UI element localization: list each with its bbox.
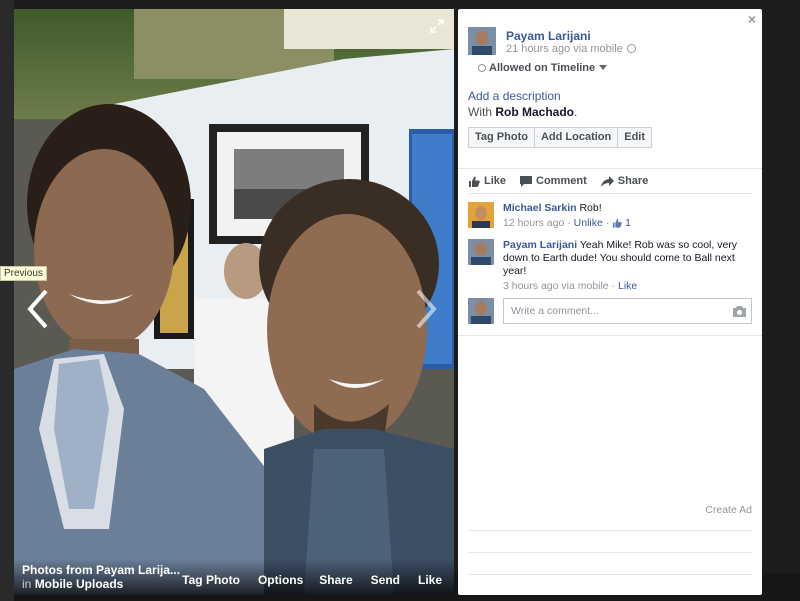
previous-tooltip: Previous <box>0 266 47 281</box>
comment-text: Rob! <box>579 202 602 214</box>
add-location-button[interactable]: Add Location <box>533 127 619 148</box>
audience-label: Allowed on Timeline <box>489 62 596 74</box>
footer-send-link[interactable]: Send <box>371 573 400 587</box>
next-arrow-icon[interactable] <box>410 287 440 331</box>
commenter-avatar[interactable] <box>468 202 494 228</box>
divider <box>468 193 752 194</box>
comment-author-link[interactable]: Michael Sarkin <box>503 202 577 214</box>
post-action-buttons: Tag Photo Add Location Edit <box>468 127 653 148</box>
comment-time[interactable]: 12 hours ago <box>503 217 564 229</box>
photo-side-panel: × Payam Larijani 21 hours ago via mobile… <box>458 9 762 595</box>
album-name-link[interactable]: Mobile Uploads <box>35 577 124 591</box>
footer-like-link[interactable]: Like <box>418 573 442 587</box>
comment-button[interactable]: Comment <box>520 175 587 187</box>
footer-options-link[interactable]: Options <box>258 573 303 587</box>
ad-divider <box>468 552 752 553</box>
add-description-link[interactable]: Add a description <box>468 89 561 103</box>
audience-icon <box>478 64 486 72</box>
close-icon[interactable]: × <box>748 11 756 27</box>
photo-stage[interactable]: Photos from Payam Larija... in Mobile Up… <box>14 9 454 595</box>
like-count[interactable]: 1 <box>625 217 631 229</box>
expand-icon[interactable] <box>430 19 444 33</box>
thumbs-up-icon <box>469 176 480 187</box>
globe-icon <box>626 44 636 53</box>
divider <box>458 335 762 336</box>
like-count-icon <box>613 218 622 228</box>
feedback-bar: Like Comment Share <box>468 175 662 187</box>
ad-divider <box>468 574 752 575</box>
with-tags: With Rob Machado. <box>468 105 578 119</box>
chevron-down-icon <box>599 65 608 70</box>
owner-name-link[interactable]: Payam Larijani <box>506 29 591 43</box>
album-in-label: in <box>22 577 32 591</box>
photo-actions: Tag Photo Options Share Send Like <box>164 573 442 587</box>
tagged-person-link[interactable]: Rob Machado <box>495 105 574 119</box>
album-title[interactable]: Photos from Payam Larija... <box>22 563 180 577</box>
ad-divider <box>468 530 752 531</box>
post-timestamp: 21 hours ago via mobile <box>506 43 636 55</box>
comment-author-link[interactable]: Payam Larijani <box>503 239 577 251</box>
create-ad-link[interactable]: Create Ad <box>705 504 752 516</box>
like-link[interactable]: Like <box>618 280 637 292</box>
commenter-avatar[interactable] <box>468 239 494 265</box>
footer-tag-photo-link[interactable]: Tag Photo <box>182 573 240 587</box>
like-button[interactable]: Like <box>468 175 506 187</box>
share-button[interactable]: Share <box>600 175 648 187</box>
reply-box: Write a comment... <box>468 298 752 324</box>
share-icon <box>600 175 614 187</box>
viewer-avatar <box>468 298 494 324</box>
comment-input[interactable]: Write a comment... <box>503 298 752 324</box>
album-info: Photos from Payam Larija... in Mobile Up… <box>22 563 180 591</box>
unlike-link[interactable]: Unlike <box>574 217 603 229</box>
photo-footer: Photos from Payam Larija... in Mobile Up… <box>14 559 454 595</box>
previous-arrow-icon[interactable] <box>24 287 54 331</box>
comment-item: Michael Sarkin Rob! 12 hours ago · Unlik… <box>468 202 752 230</box>
owner-avatar[interactable] <box>468 27 496 55</box>
edit-button[interactable]: Edit <box>617 127 653 148</box>
comment-item: Payam Larijani Yeah Mike! Rob was so coo… <box>468 239 752 293</box>
comment-icon <box>520 175 533 187</box>
comment-time[interactable]: 3 hours ago via mobile <box>503 280 609 292</box>
audience-selector[interactable]: Allowed on Timeline <box>478 62 608 74</box>
footer-share-link[interactable]: Share <box>319 573 352 587</box>
tag-photo-button[interactable]: Tag Photo <box>468 127 535 148</box>
camera-icon[interactable] <box>733 306 746 317</box>
photo <box>14 9 454 595</box>
divider <box>458 168 762 169</box>
